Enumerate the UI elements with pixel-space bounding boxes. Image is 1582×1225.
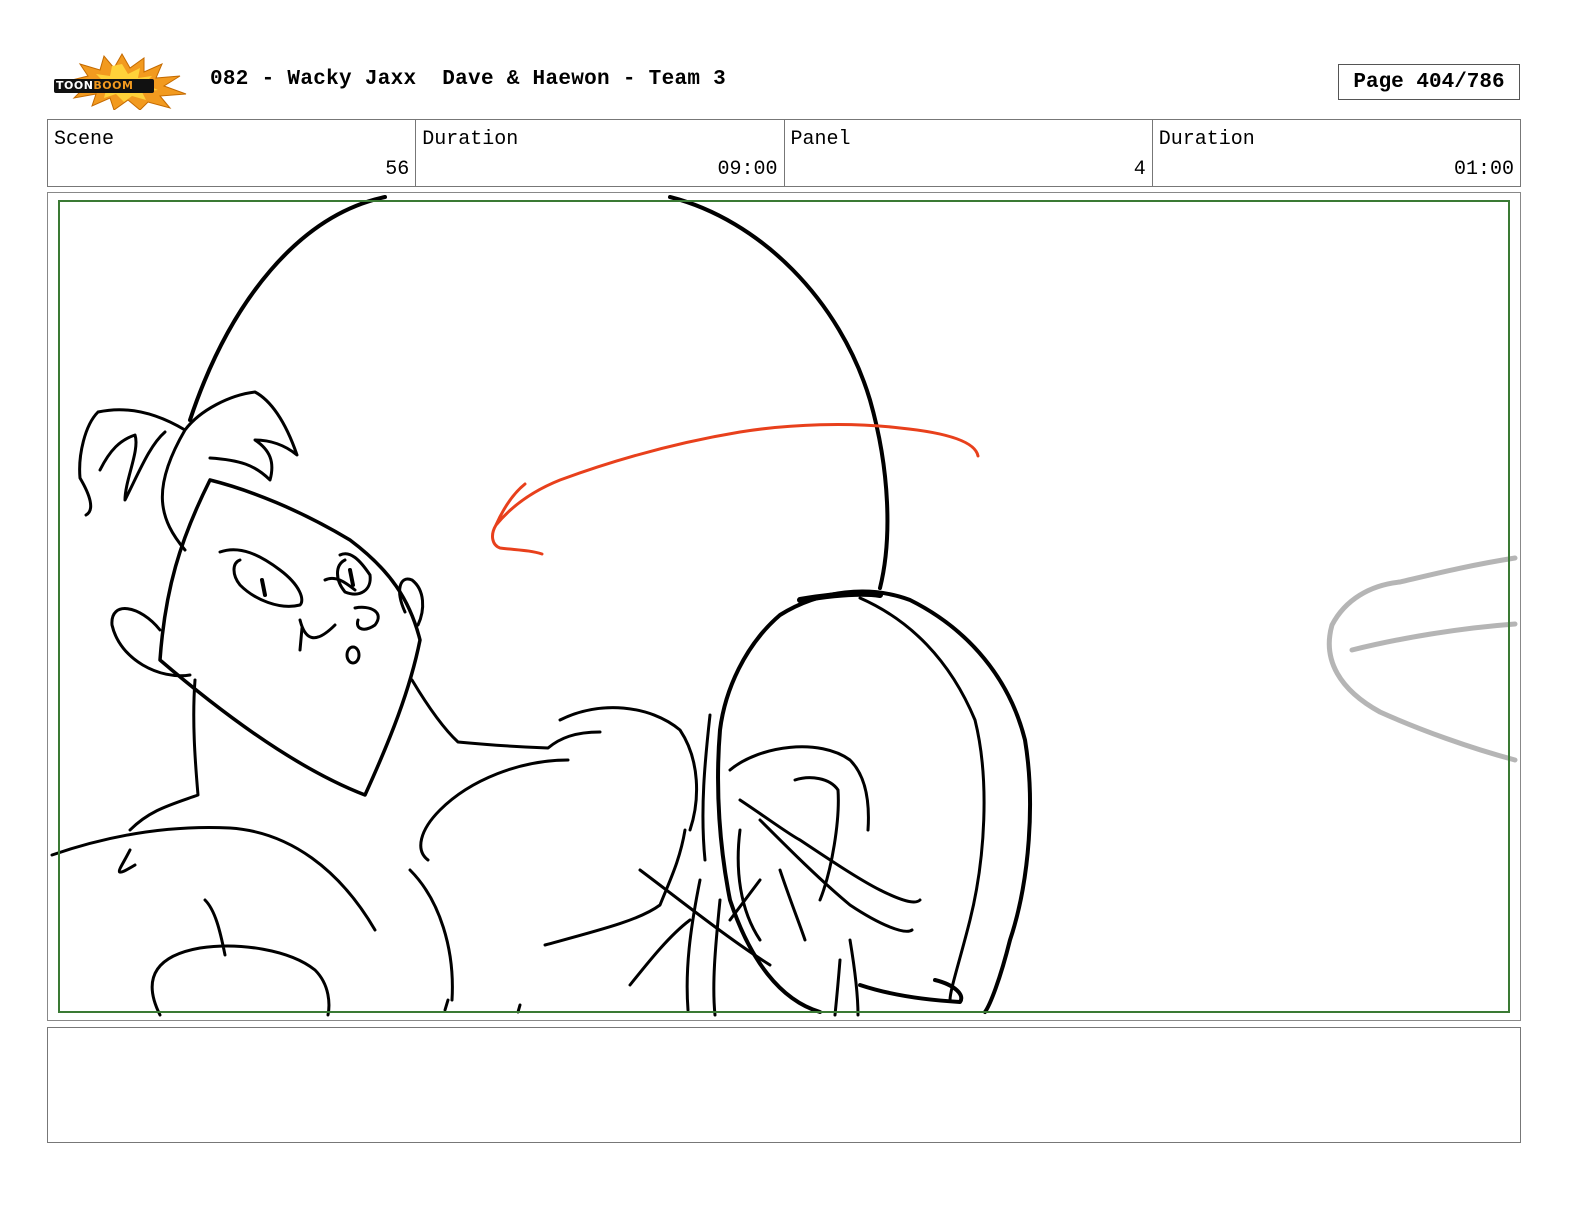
scene-duration-cell: Duration 09:00: [416, 120, 785, 186]
panel-duration-value: 01:00: [1453, 158, 1514, 181]
panel-notes-box: [47, 1027, 1521, 1143]
scene-duration-label: Duration: [422, 128, 519, 151]
logo-wordmark: TOONBOOM: [56, 79, 134, 92]
page-indicator: Page 404/786: [1338, 64, 1520, 100]
scene-value: 56: [385, 158, 410, 181]
panel-duration-cell: Duration 01:00: [1153, 120, 1520, 186]
panel-info-row: Scene 56 Duration 09:00 Panel 4 Duration…: [47, 119, 1521, 187]
panel-notes-text: [48, 1028, 1520, 1044]
scene-label: Scene: [54, 128, 115, 151]
storyboard-title: 082 - Wacky Jaxx Dave & Haewon - Team 3: [210, 68, 727, 91]
scene-duration-value: 09:00: [717, 158, 778, 181]
panel-cell: Panel 4: [785, 120, 1153, 186]
panel-value: 4: [1133, 158, 1146, 181]
scene-cell: Scene 56: [48, 120, 417, 186]
panel-label: Panel: [790, 128, 851, 151]
panel-duration-label: Duration: [1158, 128, 1255, 151]
safe-area-frame: [58, 200, 1510, 1013]
